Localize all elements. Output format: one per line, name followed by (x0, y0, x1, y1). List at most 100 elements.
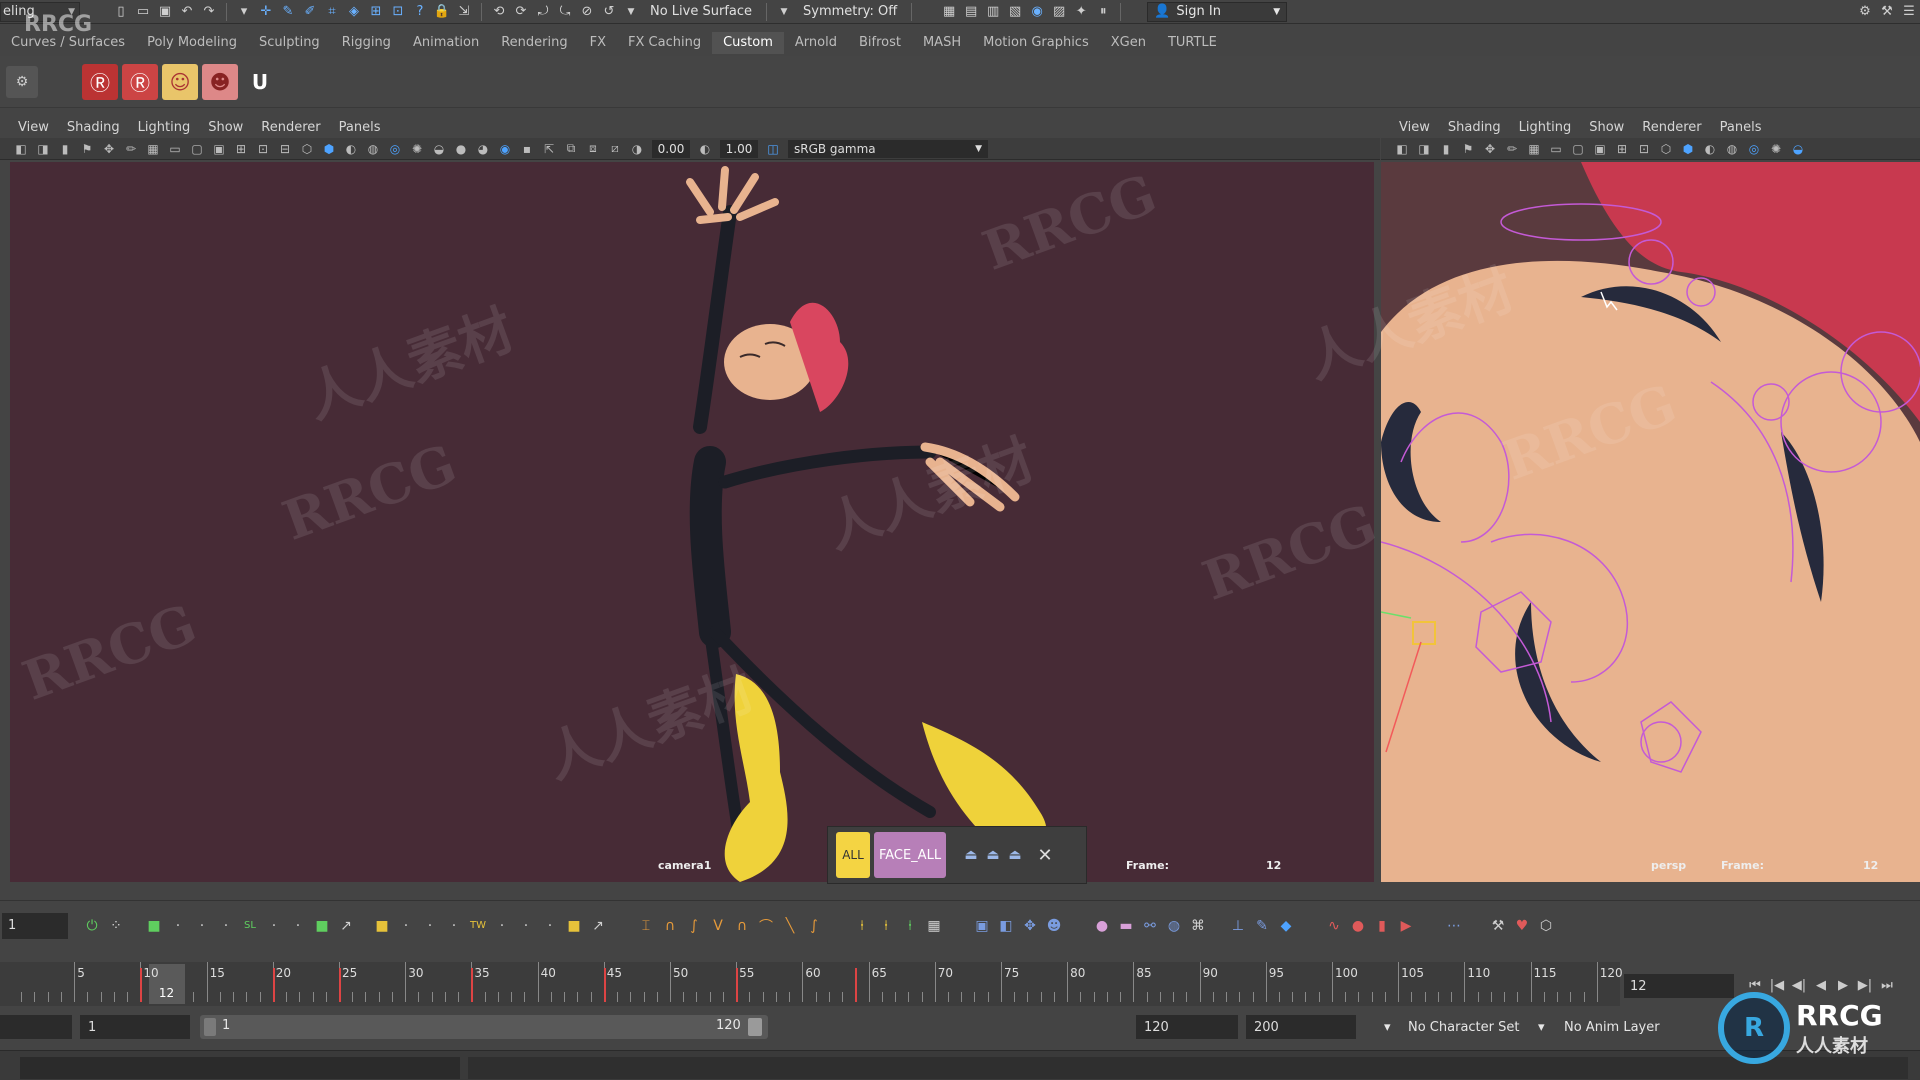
shelf-tab-2[interactable]: Sculpting (248, 32, 331, 54)
start-time-field[interactable] (0, 1015, 72, 1039)
anti-aliasing-icon[interactable]: ◉ (494, 139, 516, 159)
sign-in-dropdown[interactable]: 👤 Sign In ▼ (1147, 1, 1288, 22)
grease-pencil-icon[interactable]: ✏ (1501, 139, 1523, 159)
render-setup-icon[interactable]: ▨ (1048, 2, 1070, 22)
keyframe-marker[interactable] (338, 968, 341, 1002)
folder-icon[interactable]: ▬ (1114, 914, 1138, 938)
constraint-icon[interactable]: ⚒ (1486, 914, 1510, 938)
motion-blur-icon[interactable]: ◕ (472, 139, 494, 159)
axis-icon[interactable]: ⊥ (1226, 914, 1250, 938)
tween-icon[interactable]: ⍿ (850, 914, 874, 938)
exposure-icon[interactable]: ◑ (626, 139, 648, 159)
add-selection-icon[interactable]: ⏏ (960, 845, 982, 865)
construction-icon[interactable]: ⤿ (554, 2, 576, 22)
grease-pencil-icon[interactable]: ✏ (120, 139, 142, 159)
heart-icon[interactable]: ♥ (1510, 914, 1534, 938)
output-ops-icon[interactable]: ⤾ (532, 2, 554, 22)
keyframe-marker[interactable] (471, 968, 474, 1002)
curve-icon[interactable]: ↗ (334, 914, 358, 938)
snap-together-icon[interactable]: ↺ (598, 2, 620, 22)
tangent-spline-icon[interactable]: ∫ (682, 914, 706, 938)
bookmark-icon[interactable]: ▮ (54, 139, 76, 159)
select-face-all-button[interactable]: FACE_ALL (874, 832, 946, 878)
playblast-icon[interactable]: ▶ (1394, 914, 1418, 938)
magnet-tool-icon[interactable]: U (242, 64, 278, 100)
grid-icon[interactable]: ▦ (142, 139, 164, 159)
range-start-field[interactable]: 1 (80, 1015, 190, 1039)
link-icon[interactable]: ⚯ (1138, 914, 1162, 938)
pencil-icon[interactable]: ✎ (1250, 914, 1274, 938)
character-set-dropdown[interactable]: No Character Set (1408, 1015, 1519, 1039)
shelf-options-icon[interactable]: ⚙ (6, 65, 38, 98)
face-closeup-render[interactable] (1381, 162, 1920, 882)
chevron-down-icon[interactable]: ▼ (620, 2, 642, 22)
select-all-button[interactable]: ALL (836, 832, 870, 878)
shelf-tab-0[interactable]: Curves / Surfaces (0, 32, 136, 54)
gamma-icon[interactable]: ◐ (694, 139, 716, 159)
range-slider[interactable]: 1 120 (200, 1015, 768, 1039)
tangent-clamped-icon[interactable]: ∩ (730, 914, 754, 938)
safe-title-icon[interactable]: ⊟ (274, 139, 296, 159)
workspace-icon[interactable]: ⚙ (1854, 2, 1876, 22)
pose-library-icon[interactable]: ☺ (162, 63, 198, 100)
tangent-custom-icon[interactable]: ∫ (802, 914, 826, 938)
tangent-step-icon[interactable]: ⌶ (634, 914, 658, 938)
save-scene-icon[interactable]: ▣ (154, 2, 176, 22)
default-material-icon[interactable]: ◐ (1699, 139, 1721, 159)
playback-end-field[interactable]: 200 (1246, 1015, 1356, 1039)
tw-key-icon[interactable]: TW (466, 914, 490, 938)
tween-icon[interactable]: ⍿ (898, 914, 922, 938)
pause-icon[interactable]: ⏸ (1092, 2, 1114, 22)
pick-icon[interactable]: ⇲ (453, 2, 475, 22)
shelf-tab-6[interactable]: FX (579, 32, 617, 54)
bookmark-icon[interactable]: ▮ (1435, 139, 1457, 159)
isolate-select-icon[interactable]: ⇱ (538, 139, 560, 159)
bake-icon[interactable]: ● (1090, 914, 1114, 938)
open-scene-icon[interactable]: ▭ (132, 2, 154, 22)
panel-menu-item-4[interactable]: Renderer (261, 120, 320, 135)
command-input[interactable] (20, 1057, 460, 1079)
sl-key-icon[interactable]: SL (238, 914, 262, 938)
grid-icon[interactable]: ▦ (1523, 139, 1545, 159)
panel-menu-item-3[interactable]: Show (1589, 120, 1624, 135)
snap-view-icon[interactable]: ⊡ (387, 2, 409, 22)
default-material-icon[interactable]: ◐ (340, 139, 362, 159)
globe-icon[interactable]: ◍ (1162, 914, 1186, 938)
wireframe-icon[interactable]: ⬡ (296, 139, 318, 159)
ipr-render-icon[interactable]: ▥ (982, 2, 1004, 22)
mirror-icon[interactable]: ◧ (994, 914, 1018, 938)
hypershade-icon[interactable]: ◉ (1026, 2, 1048, 22)
chevron-down-icon[interactable]: ▼ (773, 2, 795, 22)
shelf-tab-8[interactable]: Custom (712, 32, 784, 54)
anim-layer-dropdown[interactable]: No Anim Layer (1564, 1015, 1660, 1039)
range-slider-start-handle[interactable] (204, 1018, 216, 1036)
shelf-tab-14[interactable]: TURTLE (1157, 32, 1228, 54)
panel-menu-item-0[interactable]: View (1399, 120, 1430, 135)
resolution-gate-icon[interactable]: ▢ (186, 139, 208, 159)
panel-menu-item-2[interactable]: Lighting (1519, 120, 1572, 135)
shadows-icon[interactable]: ◒ (1787, 139, 1809, 159)
motion-trail-icon[interactable]: ∿ (1322, 914, 1346, 938)
paint-select-icon[interactable]: ✐ (299, 2, 321, 22)
field-chart-icon[interactable]: ⊞ (230, 139, 252, 159)
camera-attributes-icon[interactable]: ◨ (1413, 139, 1435, 159)
tangent-auto-icon[interactable]: ∩ (658, 914, 682, 938)
wireframe-icon[interactable]: ⬡ (1655, 139, 1677, 159)
shelf-tab-10[interactable]: Bifrost (848, 32, 912, 54)
viewport-camera1[interactable]: camera1 Frame: 12 (10, 162, 1374, 882)
color-management-icon[interactable]: ◫ (762, 139, 784, 159)
render-view-icon[interactable]: ▦ (938, 2, 960, 22)
render-settings-icon[interactable]: ▧ (1004, 2, 1026, 22)
use-all-lights-icon[interactable]: ✺ (406, 139, 428, 159)
modeling-toolkit-icon[interactable]: ⚒ (1876, 2, 1898, 22)
key-green-icon[interactable]: ■ (142, 914, 166, 938)
hexagon-icon[interactable]: ⬡ (1534, 914, 1558, 938)
snap-grid-icon[interactable]: ⌗ (321, 2, 343, 22)
safe-action-icon[interactable]: ⊡ (1633, 139, 1655, 159)
wireframe-on-shaded-icon[interactable]: ◍ (362, 139, 384, 159)
picker-tool-icon[interactable]: ▣ (970, 914, 994, 938)
tween-icon[interactable]: ⍿ (874, 914, 898, 938)
image-plane-icon[interactable]: ⚑ (76, 139, 98, 159)
panel-menu-item-5[interactable]: Panels (339, 120, 381, 135)
2d-pan-icon[interactable]: ✥ (1479, 139, 1501, 159)
